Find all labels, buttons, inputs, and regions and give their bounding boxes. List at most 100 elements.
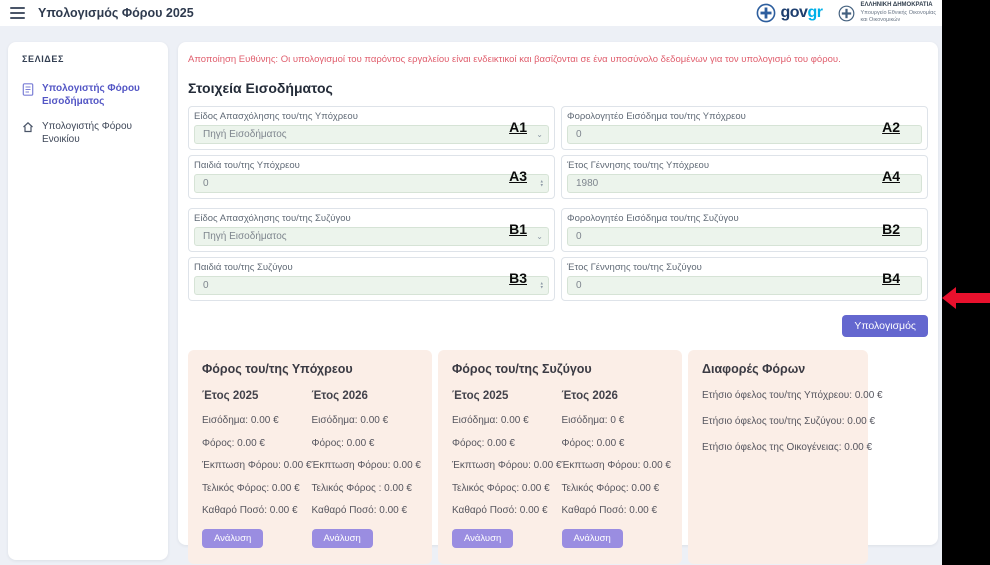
net-amount-row: Καθαρό Ποσό: 0.00 € (202, 505, 312, 516)
home-icon (22, 121, 34, 133)
card-title: Φόρος του/της Συζύγου (452, 362, 668, 376)
year-heading: Έτος 2025 (452, 390, 562, 402)
calculate-button[interactable]: Υπολογισμός (842, 315, 928, 337)
children-taxpayer-stepper[interactable]: 0 ▴▾ (194, 174, 549, 193)
tax-row: Φόρος: 0.00 € (202, 438, 312, 449)
field-value: 1980 (576, 178, 598, 189)
analysis-button[interactable]: Ανάλυση (202, 529, 263, 548)
tax-row: Φόρος: 0.00 € (312, 438, 422, 449)
final-tax-row: Τελικός Φόρος: 0.00 € (562, 483, 672, 494)
field-value: Πηγή Εισοδήματος (203, 231, 287, 242)
tax-row: Φόρος: 0.00 € (452, 438, 562, 449)
year-heading: Έτος 2026 (562, 390, 672, 402)
field-employment-type-spouse: Είδος Απασχόλησης του/της Συζύγου Πηγή Ε… (188, 208, 555, 252)
spouse-benefit-row: Ετήσιο όφελος του/της Συζύγου: 0.00 € (702, 416, 854, 427)
sidebar: ΣΕΛΙΔΕΣ Υπολογιστής Φόρου Εισοδήματος Υπ… (8, 42, 168, 560)
sidebar-item-label: Υπολογιστής Φόρου Εισοδήματος (42, 82, 156, 108)
income-row: Εισόδημα: 0.00 € (202, 415, 312, 426)
spouse-fields-grid: Είδος Απασχόλησης του/της Συζύγου Πηγή Ε… (188, 208, 928, 301)
screenshot-black-bar (942, 0, 990, 565)
ministry-logo: ΕΛΛΗΝΙΚΗ ΔΗΜΟΚΡΑΤΙΑ Υπουργείο Εθνικής Οι… (838, 2, 936, 23)
annotation-b1: B1 (509, 221, 527, 237)
net-amount-row: Καθαρό Ποσό: 0.00 € (562, 505, 672, 516)
menu-icon[interactable] (10, 7, 25, 19)
analysis-button[interactable]: Ανάλυση (312, 529, 373, 548)
app-title: Υπολογισμός Φόρου 2025 (38, 6, 194, 20)
field-value: 0 (576, 129, 582, 140)
final-tax-row: Τελικός Φόρος : 0.00 € (312, 483, 422, 494)
analysis-button[interactable]: Ανάλυση (562, 529, 623, 548)
net-amount-row: Καθαρό Ποσό: 0.00 € (312, 505, 422, 516)
govgr-wordmark: govgr (780, 4, 822, 22)
taxpayer-fields-grid: Είδος Απασχόλησης του/της Υπόχρεου Πηγή … (188, 106, 928, 199)
stepper-arrows-icon: ▴▾ (540, 179, 543, 188)
final-tax-row: Τελικός Φόρος: 0.00 € (202, 483, 312, 494)
year-heading: Έτος 2025 (202, 390, 312, 402)
field-taxable-income-spouse: Φορολογητέο Εισόδημα του/της Συζύγου 0 B… (561, 208, 928, 252)
field-value: 0 (576, 231, 582, 242)
results-section: Φόρος του/της Υπόχρεου Έτος 2025 Εισόδημ… (188, 350, 928, 564)
disclaimer-text: Αποποίηση Ευθύνης: Οι υπολογισμοί του πα… (188, 54, 928, 65)
field-label: Παιδιά του/της Υπόχρεου (194, 160, 549, 171)
top-bar: Υπολογισμός Φόρου 2025 govgr ΕΛΛΗΝΙΚΗ ΔΗ… (0, 0, 990, 26)
tax-discount-row: Έκπτωση Φόρου: 0.00 € (312, 460, 422, 471)
field-children-spouse: Παιδιά του/της Συζύγου 0 ▴▾ B3 (188, 257, 555, 301)
family-benefit-row: Ετήσιο όφελος της Οικογένειας: 0.00 € (702, 442, 854, 453)
taxpayer-tax-card: Φόρος του/της Υπόχρεου Έτος 2025 Εισόδημ… (188, 350, 432, 564)
employment-type-spouse-select[interactable]: Πηγή Εισοδήματος ⌄ (194, 227, 549, 246)
annotation-b3: B3 (509, 270, 527, 286)
analysis-button[interactable]: Ανάλυση (452, 529, 513, 548)
children-spouse-stepper[interactable]: 0 ▴▾ (194, 276, 549, 295)
card-title: Φόρος του/της Υπόχρεου (202, 362, 418, 376)
taxpayer-benefit-row: Ετήσιο όφελος του/της Υπόχρεου: 0.00 € (702, 390, 854, 401)
main-panel: Αποποίηση Ευθύνης: Οι υπολογισμοί του πα… (178, 42, 938, 545)
field-value: 0 (576, 280, 582, 291)
employment-type-taxpayer-select[interactable]: Πηγή Εισοδήματος ⌄ (194, 125, 549, 144)
year-2025-column: Έτος 2025 Εισόδημα: 0.00 € Φόρος: 0.00 €… (452, 390, 562, 548)
field-label: Έτος Γέννησης του/της Συζύγου (567, 262, 922, 273)
calculate-button-row: Υπολογισμός (188, 315, 928, 337)
year-heading: Έτος 2026 (312, 390, 422, 402)
year-2025-column: Έτος 2025 Εισόδημα: 0.00 € Φόρος: 0.00 €… (202, 390, 312, 548)
chevron-down-icon: ⌄ (536, 232, 543, 241)
birth-year-spouse-input[interactable]: 0 (567, 276, 922, 295)
section-title: Στοιχεία Εισοδήματος (188, 80, 928, 96)
field-children-taxpayer: Παιδιά του/της Υπόχρεου 0 ▴▾ A3 (188, 155, 555, 199)
spouse-tax-card: Φόρος του/της Συζύγου Έτος 2025 Εισόδημα… (438, 350, 682, 564)
sidebar-item-income-tax-calculator[interactable]: Υπολογιστής Φόρου Εισοδήματος (8, 76, 168, 114)
card-title: Διαφορές Φόρων (702, 362, 854, 376)
year-2026-column: Έτος 2026 Εισόδημα: 0 € Φόρος: 0.00 € Έκ… (562, 390, 672, 548)
field-label: Έτος Γέννησης του/της Υπόχρεου (567, 160, 922, 171)
tax-differences-card: Διαφορές Φόρων Ετήσιο όφελος του/της Υπό… (688, 350, 868, 564)
red-arrow-shaft (955, 293, 990, 303)
field-label: Φορολογητέο Εισόδημα του/της Υπόχρεου (567, 111, 922, 122)
field-label: Είδος Απασχόλησης του/της Συζύγου (194, 213, 549, 224)
sidebar-item-rent-tax-calculator[interactable]: Υπολογιστής Φόρου Ενοικίου (8, 114, 168, 152)
net-amount-row: Καθαρό Ποσό: 0.00 € (452, 505, 562, 516)
field-label: Παιδιά του/της Συζύγου (194, 262, 549, 273)
income-row: Εισόδημα: 0 € (562, 415, 672, 426)
taxable-income-taxpayer-input[interactable]: 0 (567, 125, 922, 144)
field-birth-year-spouse: Έτος Γέννησης του/της Συζύγου 0 B4 (561, 257, 928, 301)
field-label: Φορολογητέο Εισόδημα του/της Συζύγου (567, 213, 922, 224)
stepper-arrows-icon: ▴▾ (540, 281, 543, 290)
ministry-emblem-icon (838, 5, 855, 22)
tax-discount-row: Έκπτωση Φόρου: 0.00 € (202, 460, 312, 471)
final-tax-row: Τελικός Φόρος: 0.00 € (452, 483, 562, 494)
header-logos: govgr ΕΛΛΗΝΙΚΗ ΔΗΜΟΚΡΑΤΙΑ Υπουργείο Εθνι… (756, 0, 936, 26)
annotation-a3: A3 (509, 168, 527, 184)
tax-row: Φόρος: 0.00 € (562, 438, 672, 449)
annotation-a2: A2 (882, 119, 900, 135)
field-value: 0 (203, 178, 209, 189)
tax-discount-row: Έκπτωση Φόρου: 0.00 € (452, 460, 562, 471)
tax-discount-row: Έκπτωση Φόρου: 0.00 € (562, 460, 672, 471)
field-birth-year-taxpayer: Έτος Γέννησης του/της Υπόχρεου 1980 A4 (561, 155, 928, 199)
income-row: Εισόδημα: 0.00 € (312, 415, 422, 426)
taxable-income-spouse-input[interactable]: 0 (567, 227, 922, 246)
annotation-b2: B2 (882, 221, 900, 237)
birth-year-taxpayer-input[interactable]: 1980 (567, 174, 922, 193)
income-row: Εισόδημα: 0.00 € (452, 415, 562, 426)
year-2026-column: Έτος 2026 Εισόδημα: 0.00 € Φόρος: 0.00 €… (312, 390, 422, 548)
ministry-text: ΕΛΛΗΝΙΚΗ ΔΗΜΟΚΡΑΤΙΑ Υπουργείο Εθνικής Οι… (860, 2, 936, 23)
sidebar-heading: ΣΕΛΙΔΕΣ (8, 42, 168, 76)
